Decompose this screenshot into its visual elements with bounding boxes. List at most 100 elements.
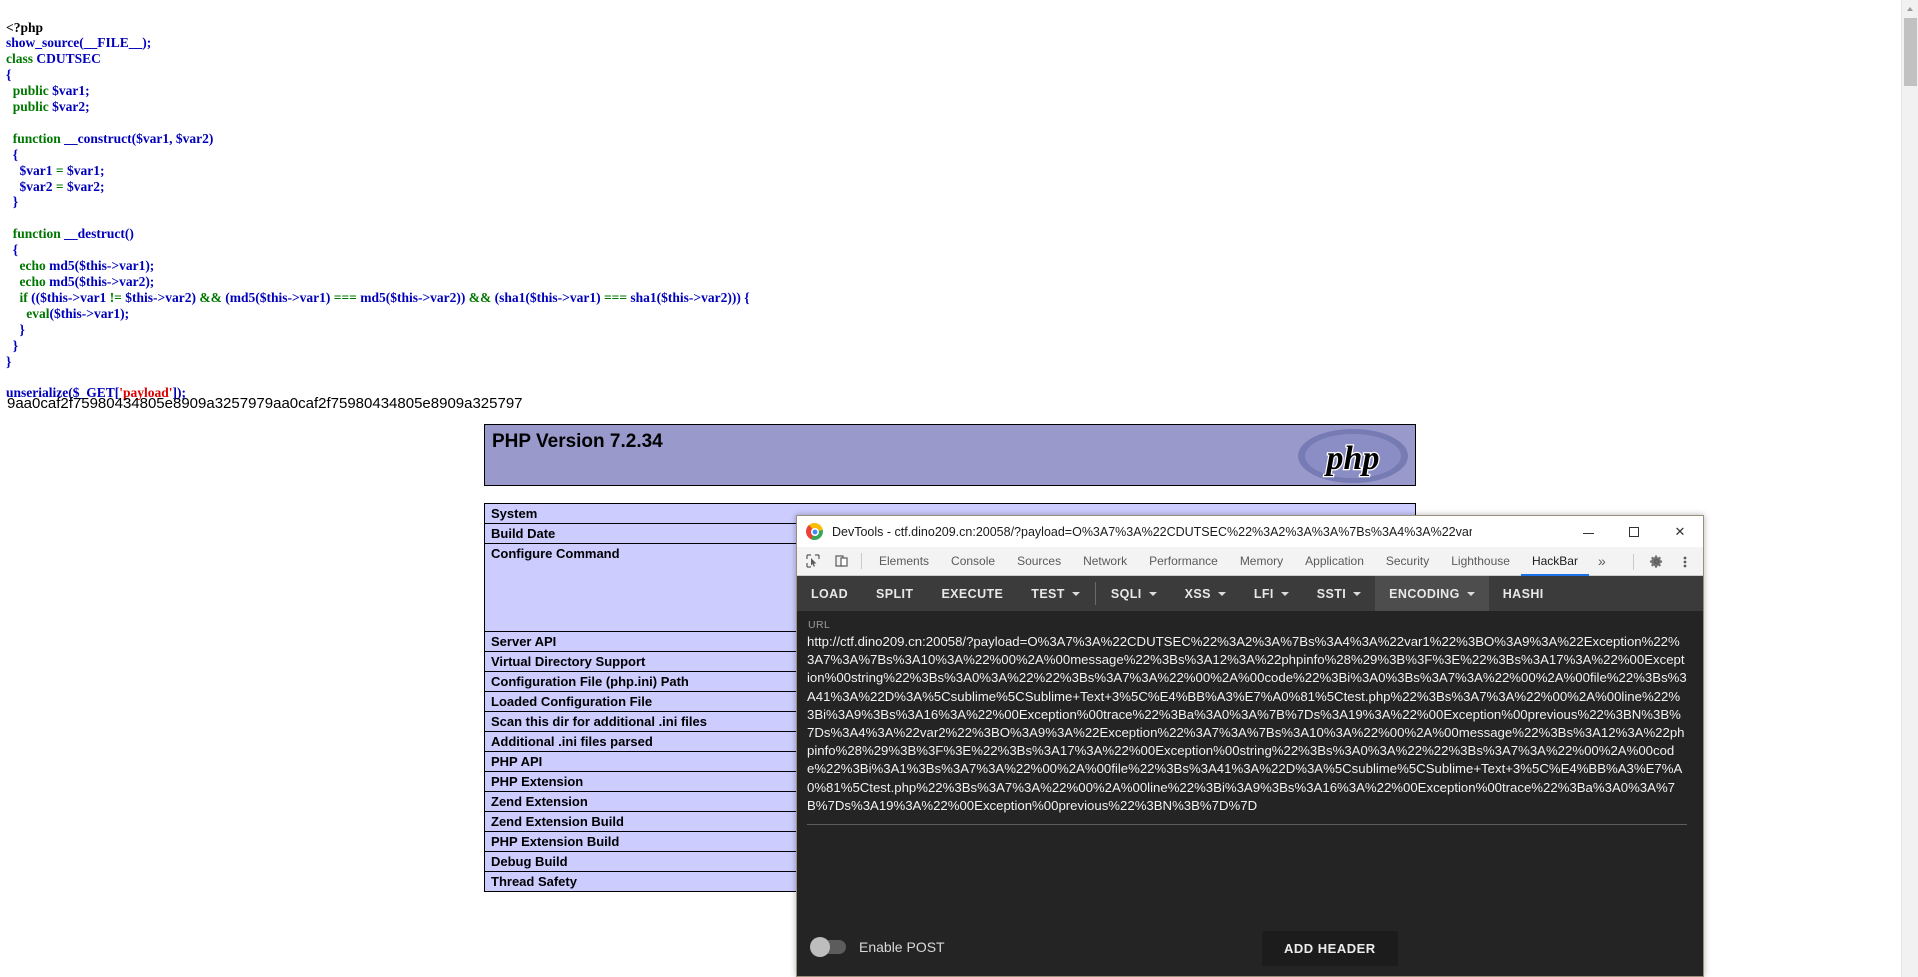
hackbar-test-button[interactable]: TEST xyxy=(1017,576,1094,611)
inspect-element-icon[interactable] xyxy=(800,548,826,574)
scroll-up-arrow-icon[interactable] xyxy=(1902,0,1918,17)
php-logo-icon: php xyxy=(1298,429,1408,483)
code-token: $var2 xyxy=(6,178,56,194)
hackbar-button-label: LOAD xyxy=(811,586,849,601)
hackbar-hashi-button[interactable]: HASHI xyxy=(1489,576,1558,611)
code-token: echo xyxy=(6,258,50,274)
hackbar-execute-button[interactable]: EXECUTE xyxy=(927,576,1017,611)
hackbar-panel: LOAD SPLIT EXECUTE TEST SQLI XSS LFI SSTI ENCODI… xyxy=(797,576,1703,976)
add-header-button[interactable]: ADD HEADER xyxy=(1262,931,1398,966)
code-token: $var2; xyxy=(52,99,90,115)
php-source-listing: <?php show_source(__FILE__); class CDUTS… xyxy=(6,20,750,402)
code-token: echo xyxy=(6,274,50,289)
url-input[interactable]: http://ctf.dino209.cn:20058/?payload=O%3… xyxy=(807,633,1687,815)
code-token: function xyxy=(6,130,65,146)
code-token: } xyxy=(6,337,19,353)
code-token: (($this->var1 xyxy=(31,289,110,305)
device-toolbar-icon[interactable] xyxy=(829,548,855,574)
hackbar-button-label: SQLI xyxy=(1110,586,1142,601)
code-token: != xyxy=(109,289,126,305)
svg-text:php: php xyxy=(1324,440,1380,477)
minimize-button[interactable] xyxy=(1565,516,1611,547)
chevron-down-icon xyxy=(1071,591,1080,596)
devtools-tabbar: Elements Console Sources Network Performance… xyxy=(797,547,1703,576)
page-vertical-scrollbar[interactable] xyxy=(1901,0,1918,977)
url-field-label: URL xyxy=(808,619,831,631)
code-token: $var2; xyxy=(66,178,105,194)
devtools-window: DevTools - ctf.dino209.cn:20058/?payload… xyxy=(796,515,1704,977)
code-token: = xyxy=(55,162,67,178)
hackbar-button-label: LFI xyxy=(1253,586,1274,601)
tab-elements[interactable]: Elements xyxy=(868,547,940,576)
hackbar-footer: Enable POST ADD HEADER xyxy=(797,916,1703,976)
tab-console[interactable]: Console xyxy=(940,547,1006,576)
code-token: (sha1($this->var1) xyxy=(494,289,604,305)
more-vertical-icon[interactable] xyxy=(1672,549,1698,575)
hackbar-button-label: SSTI xyxy=(1316,586,1347,601)
code-token: md5($this->var2)) xyxy=(360,289,469,305)
maximize-button[interactable] xyxy=(1611,516,1657,547)
tab-hackbar[interactable]: HackBar xyxy=(1520,547,1589,576)
chevron-down-icon xyxy=(1353,591,1362,596)
code-token: { xyxy=(6,242,19,258)
devtools-window-title: DevTools - ctf.dino209.cn:20058/?payload… xyxy=(832,524,1472,539)
tab-memory[interactable]: Memory xyxy=(1229,547,1294,576)
hackbar-button-label: SPLIT xyxy=(876,586,914,601)
window-controls: ✕ xyxy=(1565,516,1703,547)
hackbar-xss-button[interactable]: XSS xyxy=(1171,576,1240,611)
code-token: } xyxy=(6,353,12,369)
code-token: $var1; xyxy=(52,83,90,99)
hackbar-button-label: TEST xyxy=(1031,586,1065,601)
code-token: public xyxy=(6,99,53,115)
tab-sources[interactable]: Sources xyxy=(1006,547,1072,576)
chevron-down-icon xyxy=(1466,591,1475,596)
hackbar-toolbar: LOAD SPLIT EXECUTE TEST SQLI XSS LFI SSTI ENCODI… xyxy=(797,576,1703,611)
code-token: } xyxy=(6,194,19,210)
code-token: CDUTSEC xyxy=(36,51,101,67)
hackbar-ssti-button[interactable]: SSTI xyxy=(1303,576,1375,611)
hackbar-sqli-button[interactable]: SQLI xyxy=(1097,576,1171,611)
hackbar-button-label: XSS xyxy=(1184,586,1211,601)
php-version-label: PHP Version 7.2.34 xyxy=(492,431,663,452)
hackbar-load-button[interactable]: LOAD xyxy=(797,576,862,611)
code-token: === xyxy=(333,289,361,305)
hackbar-body: URL http://ctf.dino209.cn:20058/?payload… xyxy=(797,611,1703,976)
chevron-down-icon xyxy=(1280,591,1289,596)
code-token: === xyxy=(603,289,631,305)
toolbar-divider-right xyxy=(1633,553,1634,570)
close-button[interactable]: ✕ xyxy=(1657,516,1703,547)
devtools-tab-list: Elements Console Sources Network Performance… xyxy=(868,547,1589,576)
hackbar-button-label: EXECUTE xyxy=(941,586,1004,601)
hackbar-lfi-button[interactable]: LFI xyxy=(1240,576,1303,611)
tab-performance[interactable]: Performance xyxy=(1138,547,1229,576)
scrollbar-thumb[interactable] xyxy=(1904,18,1917,86)
devtools-titlebar[interactable]: DevTools - ctf.dino209.cn:20058/?payload… xyxy=(797,516,1703,547)
code-token: __construct($var1, $var2) xyxy=(64,130,214,146)
code-token: && xyxy=(468,289,495,305)
hackbar-encoding-button[interactable]: ENCODING xyxy=(1375,576,1489,611)
code-token: { xyxy=(6,67,12,83)
hackbar-split-button[interactable]: SPLIT xyxy=(862,576,927,611)
more-tabs-button[interactable]: » xyxy=(1589,553,1615,569)
tab-application[interactable]: Application xyxy=(1294,547,1375,576)
code-token: { xyxy=(6,146,19,162)
chevron-down-icon xyxy=(1148,591,1157,596)
code-token: ($this->var1); xyxy=(49,305,130,321)
tab-security[interactable]: Security xyxy=(1375,547,1440,576)
md5-hash-output: 9aa0caf2f75980434805e8909a3257979aa0caf2… xyxy=(7,395,523,412)
enable-post-label: Enable POST xyxy=(859,939,945,955)
code-token: && xyxy=(199,289,226,305)
code-token: show_source xyxy=(6,35,80,51)
hackbar-button-label: ENCODING xyxy=(1389,586,1460,601)
code-token: __destruct() xyxy=(64,226,134,242)
url-input-underline xyxy=(807,824,1687,825)
code-token: $var1; xyxy=(66,162,105,178)
code-token: } xyxy=(6,321,25,337)
gear-icon[interactable] xyxy=(1643,549,1669,575)
code-token: (__FILE__); xyxy=(79,35,152,51)
enable-post-toggle[interactable] xyxy=(810,937,846,957)
tab-network[interactable]: Network xyxy=(1072,547,1138,576)
code-token: class xyxy=(6,51,37,67)
code-token: public xyxy=(6,83,53,99)
tab-lighthouse[interactable]: Lighthouse xyxy=(1440,547,1521,576)
